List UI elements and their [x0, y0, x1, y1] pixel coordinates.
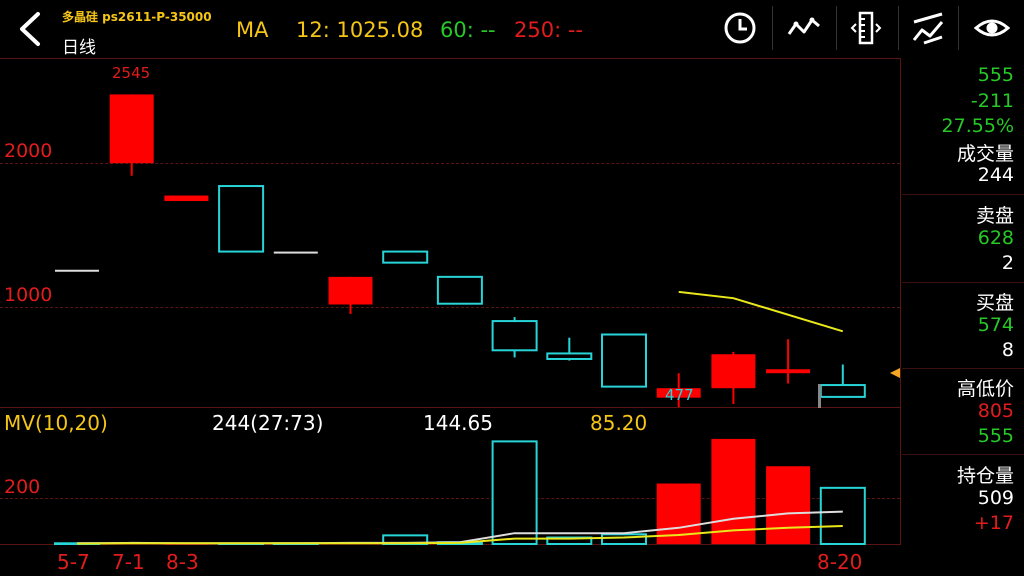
- candle[interactable]: [218, 185, 265, 253]
- candle-body: [382, 250, 429, 264]
- candle[interactable]: [273, 251, 318, 254]
- drawing-icon[interactable]: [910, 10, 946, 46]
- toolbar-divider: [898, 6, 899, 50]
- buy-label: 买盘: [975, 292, 1014, 314]
- candle[interactable]: [491, 317, 538, 358]
- candle-body: [328, 276, 373, 305]
- ma60-value: 60: --: [440, 18, 496, 42]
- candlestick-chart[interactable]: [0, 58, 900, 408]
- toolbar-divider: [772, 6, 773, 50]
- candle-body: [218, 185, 265, 253]
- sell-label: 卖盘: [975, 205, 1014, 227]
- candle[interactable]: [711, 351, 756, 404]
- quote-side-panel: 555 -211 27.55% 成交量 244 卖盘 628 2 买盘 574 …: [902, 58, 1024, 546]
- indicator-icon[interactable]: [786, 10, 822, 46]
- volume-label: 成交量: [956, 143, 1014, 165]
- high-low-label: 高低价: [956, 378, 1014, 400]
- candle[interactable]: [546, 337, 593, 361]
- candle-body: [164, 195, 209, 202]
- ma12-line: [678, 290, 844, 333]
- candle-body: [55, 269, 99, 272]
- volume-bar[interactable]: [601, 533, 647, 545]
- price-change-pct: 27.55%: [941, 115, 1014, 137]
- volume-side-value: 244: [977, 164, 1014, 186]
- crosshair-stub: [818, 384, 821, 408]
- current-price-marker-icon: [890, 368, 900, 378]
- side-divider: [902, 194, 1024, 195]
- clock-icon[interactable]: [722, 10, 758, 46]
- candle[interactable]: [55, 269, 99, 272]
- side-divider: [902, 368, 1024, 369]
- header-bar: 多晶硅 ps2611-P-35000 日线 MA 12: 1025.08 60:…: [0, 0, 1024, 58]
- candle-body: [711, 354, 756, 389]
- volume-bar[interactable]: [766, 466, 811, 544]
- date-label: 8-3: [166, 550, 199, 574]
- candle[interactable]: [328, 276, 373, 314]
- open-interest-label: 持仓量: [956, 465, 1014, 487]
- buy-qty: 8: [1001, 339, 1014, 361]
- toolbar-divider: [958, 6, 959, 50]
- period-label[interactable]: 日线: [62, 33, 96, 58]
- candle[interactable]: [436, 275, 483, 305]
- open-interest-change: +17: [973, 512, 1014, 534]
- side-divider: [902, 454, 1024, 455]
- candle-body: [819, 384, 866, 398]
- volume-bar[interactable]: [711, 438, 756, 544]
- ma250-value: 250: --: [514, 18, 583, 42]
- candle-body: [546, 352, 593, 360]
- last-price: 555: [977, 64, 1014, 86]
- toolbar-divider: [836, 6, 837, 50]
- eye-icon[interactable]: [974, 10, 1010, 46]
- volume-bar[interactable]: [491, 440, 538, 545]
- buy-price: 574: [977, 314, 1014, 336]
- date-label: 8-20: [817, 550, 863, 574]
- candle-body: [766, 369, 811, 374]
- scale-icon[interactable]: [848, 10, 884, 46]
- candle[interactable]: [766, 339, 811, 384]
- high-marker-label: 2545: [112, 64, 151, 82]
- date-label: 7-1: [112, 550, 145, 574]
- volume-bar[interactable]: [819, 486, 866, 545]
- candle[interactable]: [164, 195, 209, 202]
- open-interest: 509: [977, 487, 1014, 509]
- price-change: -211: [970, 90, 1014, 112]
- candle-body: [273, 251, 318, 254]
- candle-body: [436, 275, 483, 305]
- candle[interactable]: [601, 333, 647, 388]
- candle-body: [601, 333, 647, 388]
- low-price: 555: [977, 425, 1014, 447]
- ma12-value: 12: 1025.08: [296, 18, 424, 42]
- instrument-title[interactable]: 多晶硅 ps2611-P-35000: [62, 8, 212, 25]
- candle[interactable]: [819, 364, 866, 398]
- sell-qty: 2: [1001, 252, 1014, 274]
- candle-body: [491, 320, 538, 352]
- chevron-left-icon[interactable]: [14, 10, 46, 48]
- date-label: 5-7: [57, 550, 90, 574]
- sell-price: 628: [977, 227, 1014, 249]
- volume-chart[interactable]: [0, 408, 900, 545]
- ma-label: MA: [236, 18, 269, 42]
- candle[interactable]: [109, 94, 154, 176]
- candle-body: [109, 94, 154, 164]
- candle[interactable]: [382, 250, 429, 264]
- high-price: 805: [977, 400, 1014, 422]
- side-divider: [902, 282, 1024, 283]
- low-marker-label: 477: [665, 386, 694, 404]
